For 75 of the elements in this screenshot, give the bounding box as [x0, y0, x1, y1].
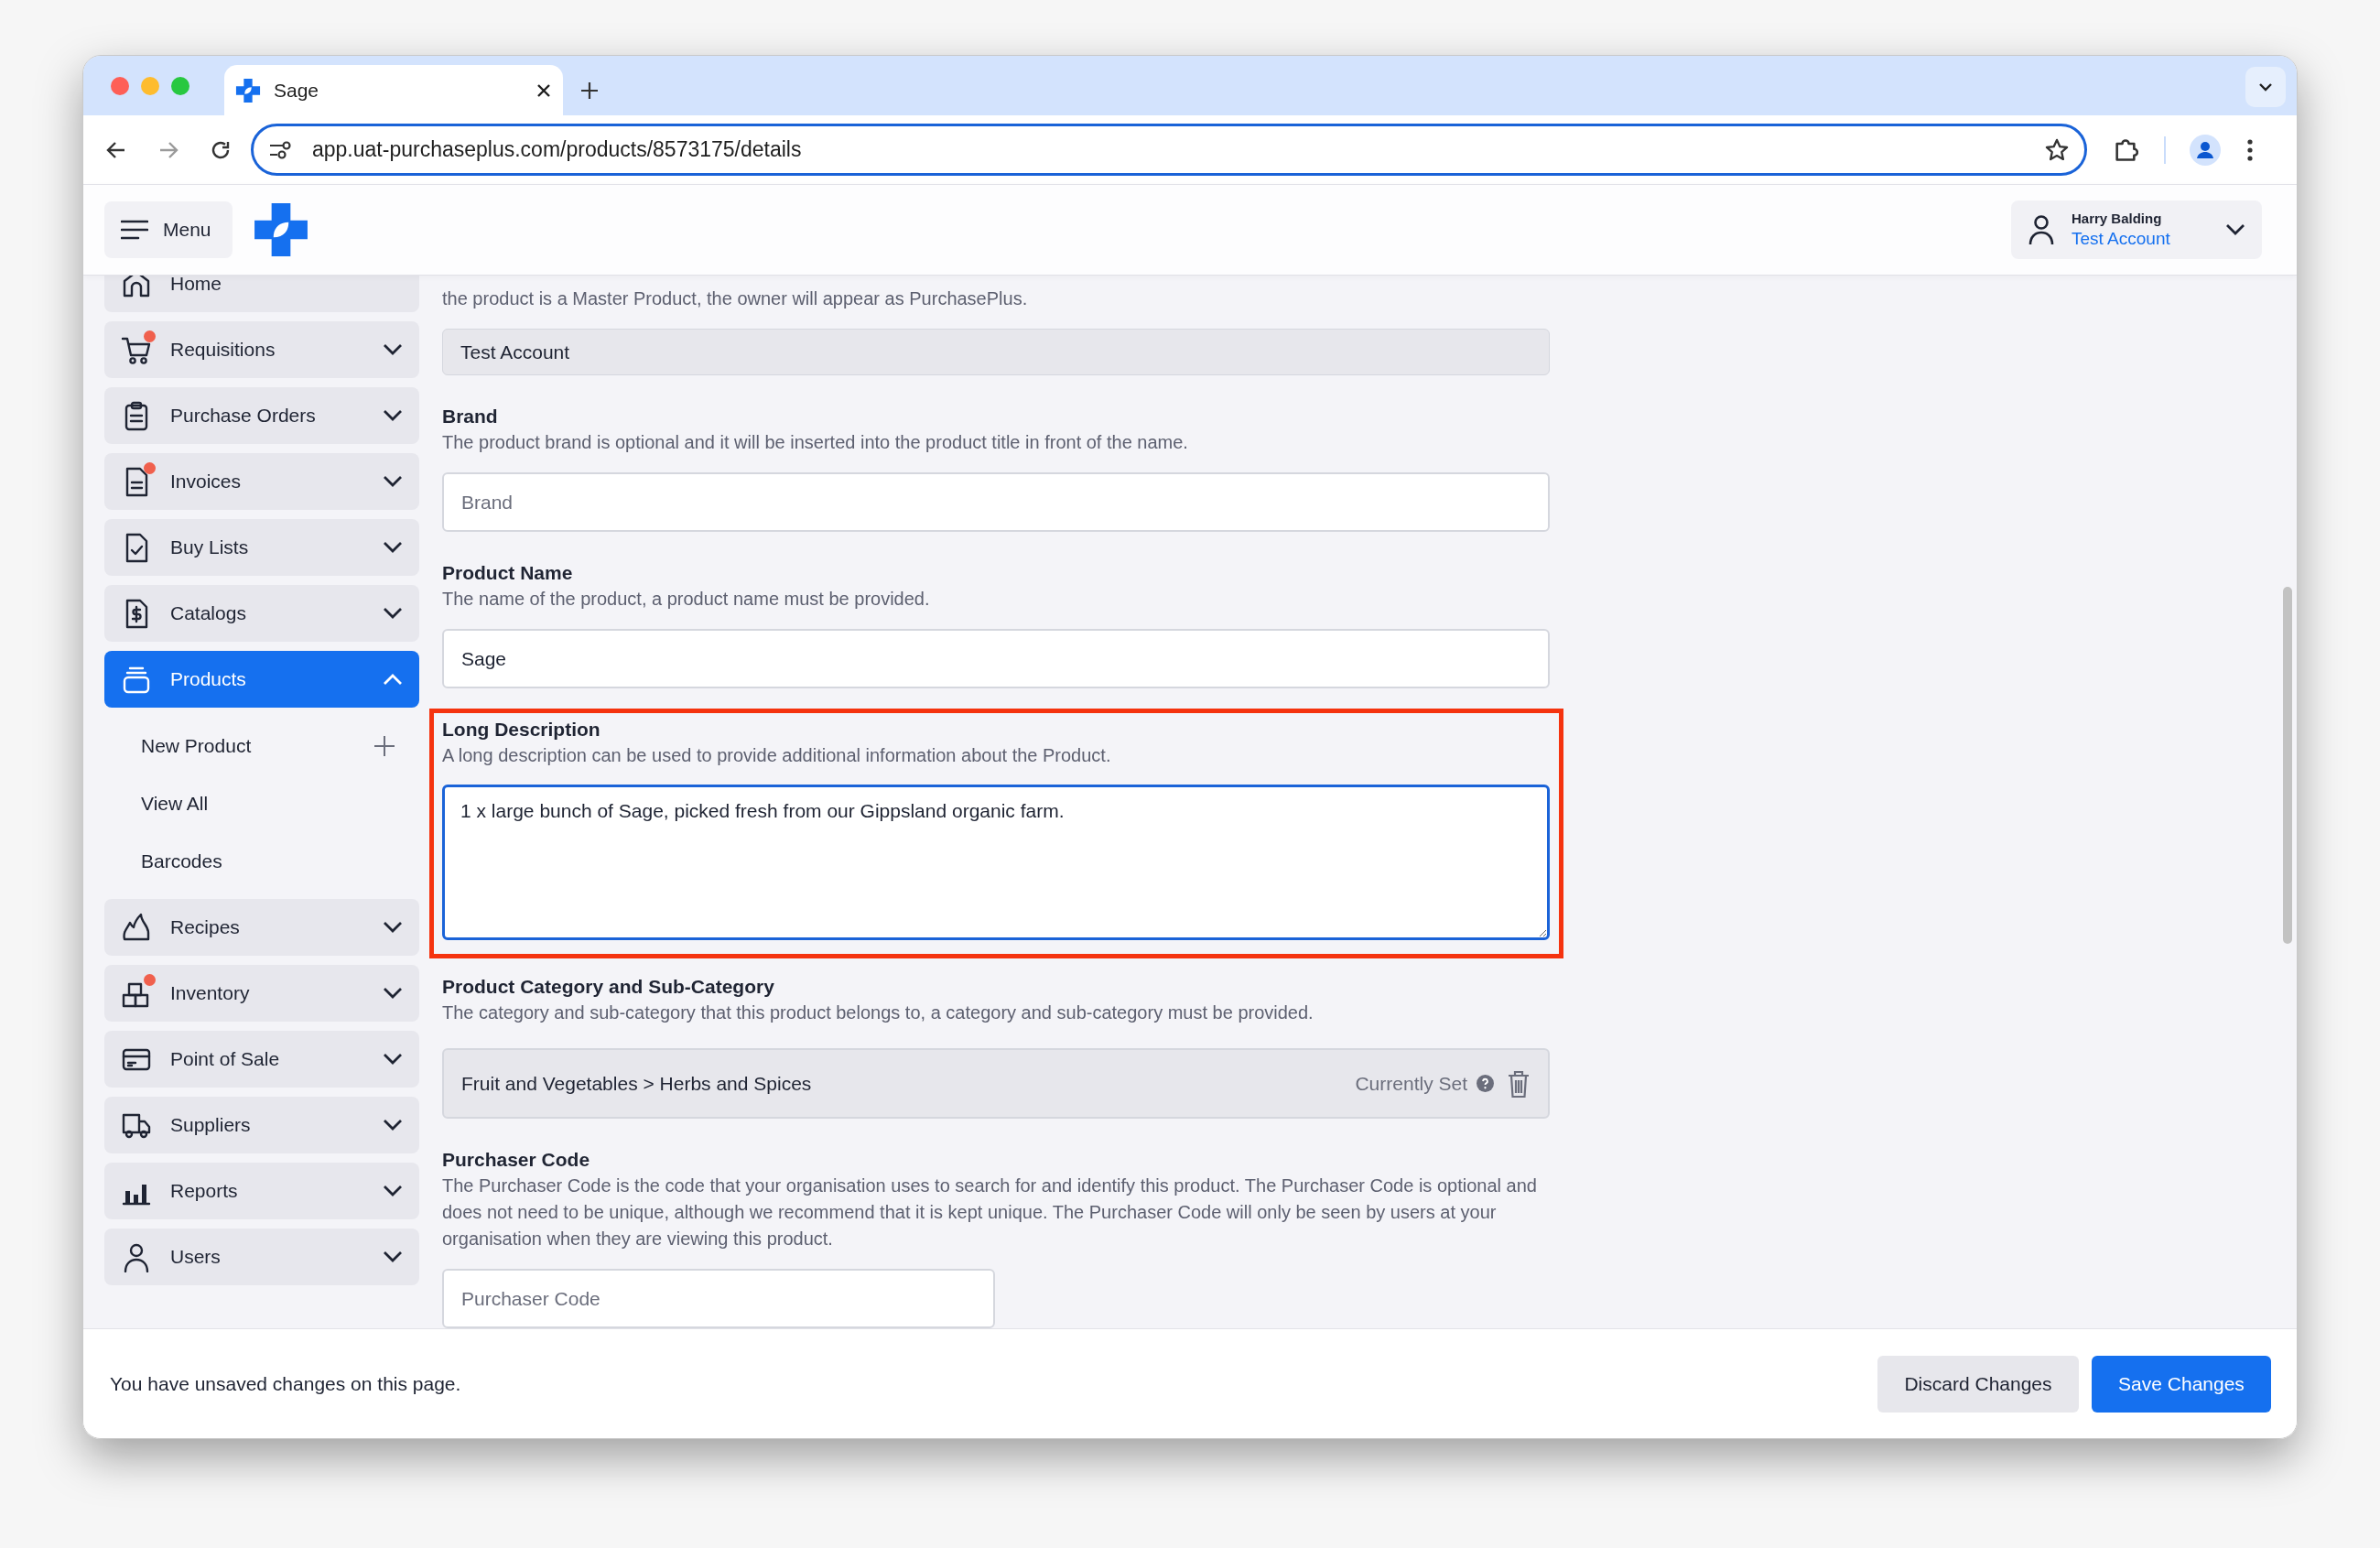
- field-label: Long Description: [442, 718, 601, 742]
- sidebar-item[interactable]: Invoices: [104, 453, 419, 510]
- close-icon[interactable]: [536, 81, 552, 99]
- browser-tab[interactable]: Sage: [224, 65, 563, 115]
- field-label: Brand: [442, 405, 499, 428]
- sidebar-item[interactable]: Inventory: [104, 965, 419, 1022]
- person-icon: [2028, 213, 2055, 246]
- category-value: Fruit and Vegetables > Herbs and Spices: [461, 1071, 813, 1096]
- chevron-down-icon: [383, 607, 403, 620]
- field-description: The name of the product, a product name must be provided.: [442, 588, 931, 611]
- menu-button[interactable]: Menu: [104, 201, 233, 258]
- chevron-down-icon: [383, 475, 403, 488]
- textarea-field[interactable]: 1 x large bunch of Sage, picked fresh from our Gippsland organic farm.: [442, 785, 1550, 940]
- chevron-down-icon: [383, 1185, 403, 1197]
- chevron-down-icon: [2225, 223, 2245, 236]
- sidebar-item[interactable]: Reports: [104, 1163, 419, 1219]
- submenu-item[interactable]: Barcodes: [104, 832, 419, 890]
- field-label: Purchaser Code: [442, 1148, 591, 1172]
- chevron-down-icon: [383, 1250, 403, 1263]
- field-description: The category and sub-category that this product belongs to, a category and sub-category must be provided.: [442, 1001, 1314, 1024]
- sidebar-item[interactable]: Products: [104, 651, 419, 708]
- logo-icon: [235, 77, 261, 103]
- chevron-down-icon: [383, 1053, 403, 1066]
- field-label: Product Name: [442, 561, 574, 585]
- trash-icon[interactable]: [1507, 1068, 1531, 1099]
- site-settings-icon[interactable]: [268, 139, 292, 160]
- unsaved-changes-message: You have unsaved changes on this page.: [110, 1371, 461, 1396]
- status-text: Currently Set: [1355, 1071, 1467, 1096]
- sidebar-item[interactable]: Suppliers: [104, 1097, 419, 1153]
- field-description: A long description can be used to provide additional information about the Product.: [442, 744, 1112, 767]
- sidebar-item[interactable]: Home: [104, 276, 419, 312]
- chevron-down-icon: [2258, 82, 2273, 92]
- chevron-down-icon: [383, 343, 403, 356]
- plus-icon[interactable]: [373, 734, 395, 757]
- field-description: The product brand is optional and it will be inserted into the product title in front of the name.: [442, 431, 1189, 454]
- address-bar[interactable]: app.uat-purchaseplus.com/products/8573175/details: [251, 124, 2087, 176]
- sidebar-item[interactable]: Requisitions: [104, 321, 419, 378]
- url-text: app.uat-purchaseplus.com/products/8573175/details: [312, 136, 803, 164]
- user-name: Harry Balding: [2072, 210, 2163, 228]
- profile-icon[interactable]: [2190, 134, 2221, 166]
- menu-icon: [121, 220, 148, 240]
- sidebar-item[interactable]: Recipes: [104, 899, 419, 956]
- chevron-down-icon: [383, 921, 403, 934]
- chevron-down-icon: [383, 541, 403, 554]
- input-field[interactable]: Brand: [442, 472, 1550, 532]
- sidebar-item[interactable]: Point of Sale: [104, 1031, 419, 1088]
- sidebar-item[interactable]: Purchase Orders: [104, 387, 419, 444]
- tab-title: Sage: [274, 78, 320, 103]
- account-name: Test Account: [2072, 228, 2171, 250]
- owner-field: Test Account: [442, 329, 1550, 375]
- chevron-down-icon: [383, 1119, 403, 1131]
- chevron-up-icon: [383, 673, 403, 686]
- input-field[interactable]: Purchaser Code: [442, 1269, 995, 1328]
- sidebar-item[interactable]: Catalogs: [104, 585, 419, 642]
- logo-icon: [253, 201, 309, 258]
- field-description: the product is a Master Product, the owner will appear as PurchasePlus.: [442, 287, 1029, 310]
- scrollbar-thumb[interactable]: [2283, 587, 2292, 944]
- more-icon[interactable]: [2246, 137, 2254, 162]
- submenu-item[interactable]: View All: [104, 774, 419, 832]
- field-description: The Purchaser Code is the code that your organisation uses to search for and identify this product. The Purchaser Code is optional and does not need to be unique, although we recommend that it is kept unique. The Purchaser Code will only be seen by users at your organisation when they are viewing this product.: [442, 1175, 1538, 1250]
- star-icon[interactable]: [2044, 136, 2070, 163]
- chevron-down-icon: [383, 409, 403, 422]
- extensions-icon[interactable]: [2113, 136, 2138, 163]
- input-field[interactable]: Sage: [442, 629, 1550, 688]
- field-label: Product Category and Sub-Category: [442, 975, 775, 999]
- help-icon[interactable]: [1477, 1075, 1494, 1092]
- sidebar-item[interactable]: Buy Lists: [104, 519, 419, 576]
- house-icon: [121, 276, 152, 299]
- submenu-item[interactable]: New Product: [104, 717, 419, 774]
- discard-button[interactable]: Discard Changes: [1877, 1355, 2079, 1413]
- sidebar-item[interactable]: Users: [104, 1229, 419, 1285]
- new-tab-icon[interactable]: [579, 81, 600, 101]
- user-menu[interactable]: Harry Balding Test Account: [2011, 200, 2262, 259]
- chevron-down-icon: [383, 987, 403, 1000]
- save-button[interactable]: Save Changes: [2092, 1355, 2271, 1413]
